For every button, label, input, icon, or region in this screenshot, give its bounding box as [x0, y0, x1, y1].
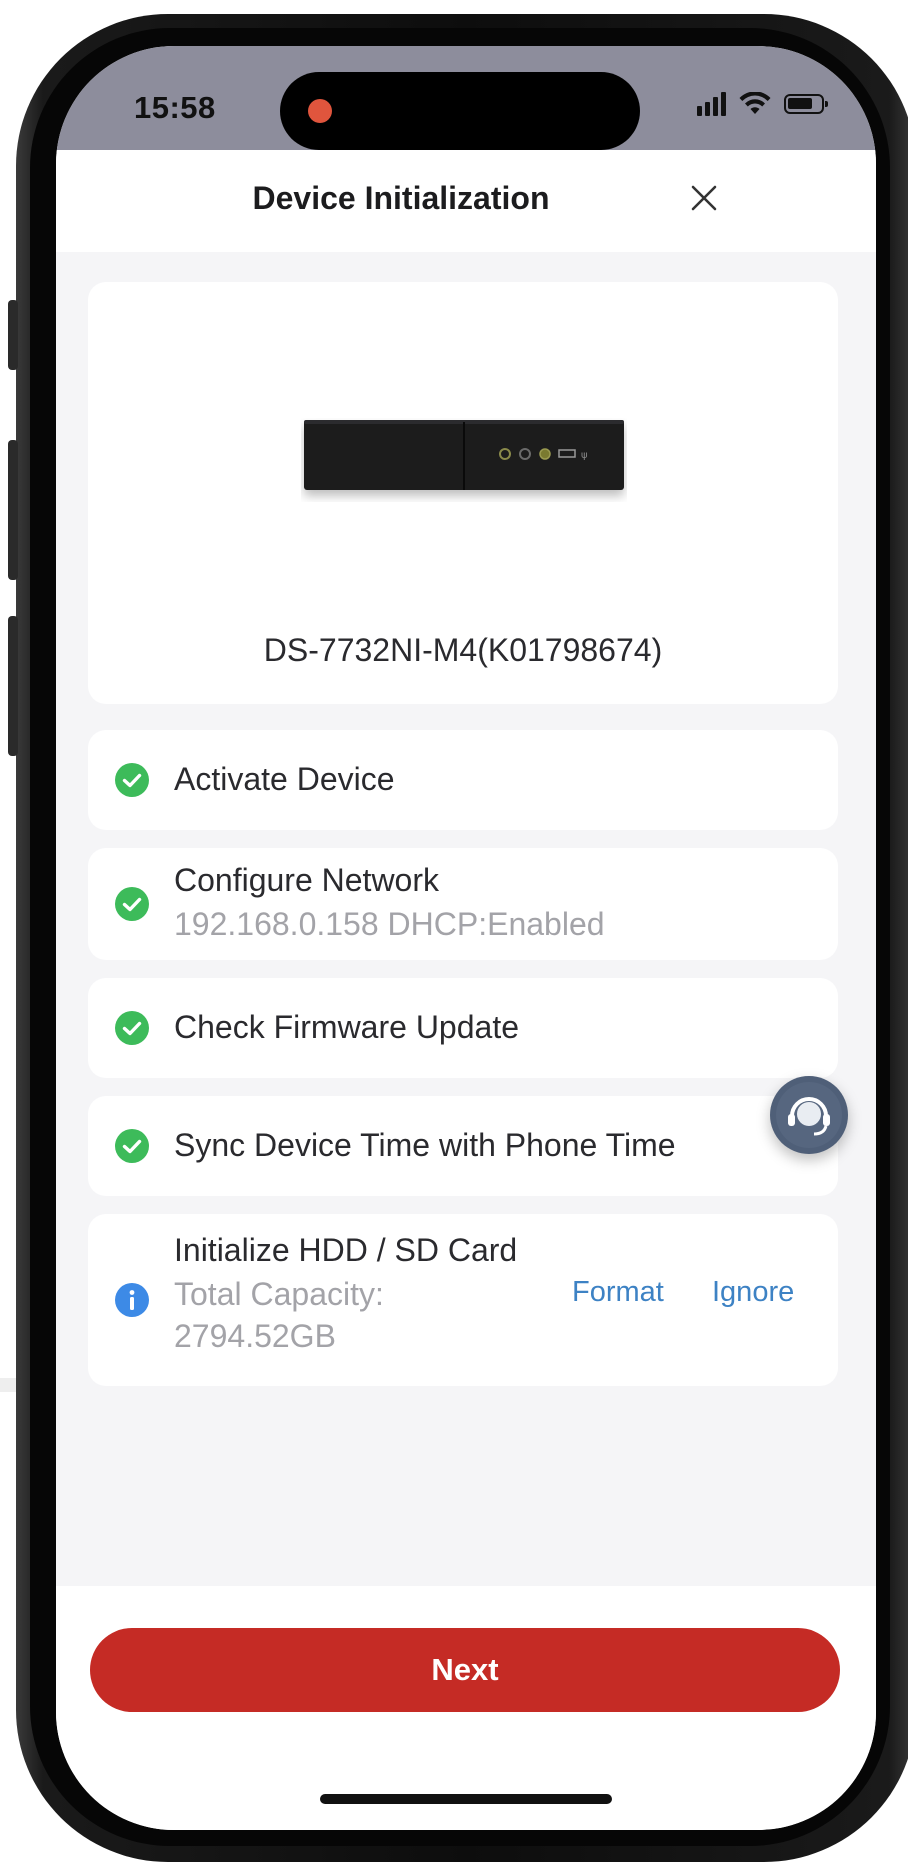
device-card: ψ DS-7732NI-M4(K01798674) [88, 282, 838, 704]
wifi-icon [739, 92, 771, 114]
battery-icon [784, 94, 828, 114]
page-title: Device Initialization [252, 180, 550, 216]
check-circle-icon [115, 763, 149, 797]
capacity-label: Total Capacity: [174, 1276, 384, 1312]
next-button[interactable]: Next [90, 1628, 840, 1712]
recording-indicator-icon [308, 99, 332, 123]
phone-screen: 15:58 Device Initialization ψ DS-7732NI-… [56, 46, 876, 1830]
silent-switch [8, 300, 18, 370]
sheet-header: Device Initialization [56, 150, 876, 252]
step-activate-device: Activate Device [88, 730, 838, 830]
close-icon[interactable] [682, 176, 726, 220]
customer-support-button[interactable] [770, 1076, 848, 1154]
nvr-device-image: ψ [304, 420, 624, 490]
volume-up-button [8, 440, 18, 580]
step-title: Sync Device Time with Phone Time [174, 1127, 676, 1163]
dynamic-island [280, 72, 640, 150]
check-circle-icon [115, 1011, 149, 1045]
step-title: Check Firmware Update [174, 1009, 519, 1045]
ignore-button[interactable]: Ignore [712, 1276, 794, 1309]
step-check-firmware-update: Check Firmware Update [88, 978, 838, 1078]
headset-icon [776, 1082, 842, 1148]
home-indicator [320, 1794, 612, 1804]
status-bar: 15:58 [56, 46, 876, 150]
volume-down-button [8, 616, 18, 756]
step-title: Configure Network [174, 862, 439, 898]
network-info: 192.168.0.158 DHCP:Enabled [174, 906, 605, 942]
device-model-serial: DS-7732NI-M4(K01798674) [263, 632, 663, 668]
format-button[interactable]: Format [572, 1276, 664, 1309]
step-configure-network: Configure Network 192.168.0.158 DHCP:Ena… [88, 848, 838, 960]
capacity-value: 2794.52GB [174, 1318, 336, 1354]
status-icons [697, 92, 828, 116]
step-initialize-hdd: Initialize HDD / SD Card Total Capacity:… [88, 1214, 838, 1386]
signal-icon [697, 92, 726, 116]
step-sync-device-time: Sync Device Time with Phone Time [88, 1096, 838, 1196]
check-circle-icon [115, 1129, 149, 1163]
svg-text:ψ: ψ [581, 450, 588, 461]
status-time: 15:58 [134, 90, 216, 125]
info-circle-icon [115, 1283, 149, 1317]
step-title: Initialize HDD / SD Card [174, 1232, 518, 1268]
check-circle-icon [115, 887, 149, 921]
step-title: Activate Device [174, 761, 395, 797]
